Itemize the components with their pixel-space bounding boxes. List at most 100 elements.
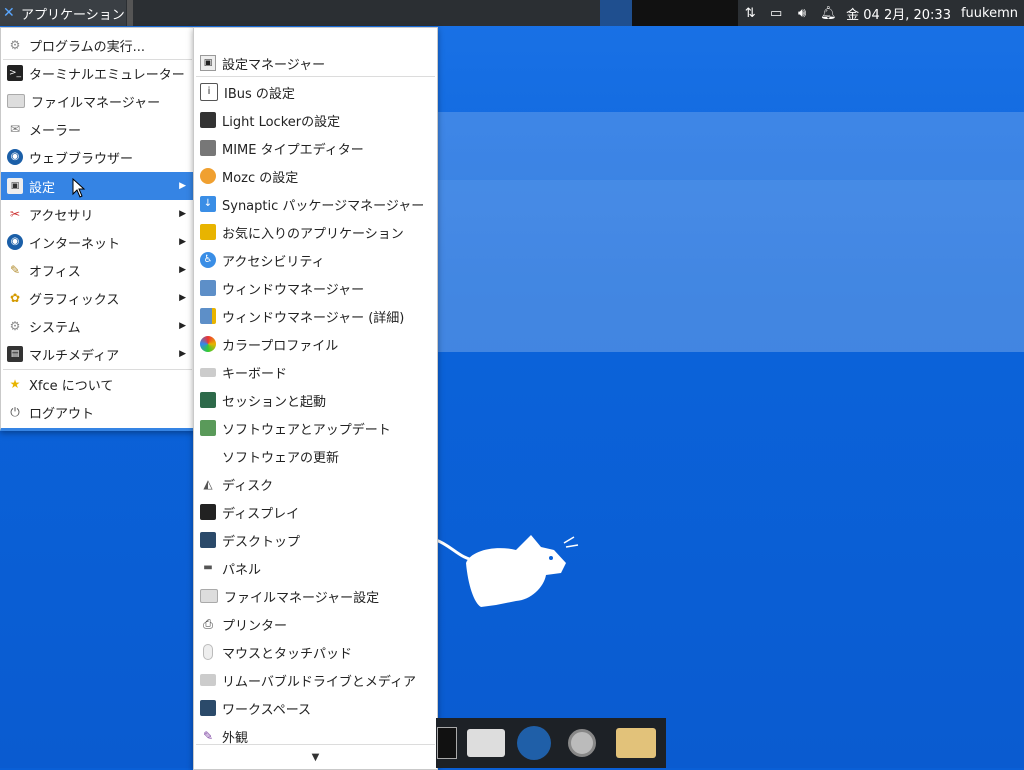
info-icon: i	[200, 83, 218, 101]
menu-item-accessibility[interactable]: ♿︎ アクセシビリティ	[194, 247, 437, 273]
xfce-icon: ✕	[3, 5, 15, 21]
dock-browser-icon[interactable]	[514, 724, 554, 762]
menu-item-synaptic[interactable]: ↓ Synaptic パッケージマネージャー	[194, 191, 437, 217]
menu-item-window-manager[interactable]: ウィンドウマネージャー	[194, 275, 437, 301]
menu-item-mouse-touchpad[interactable]: マウスとタッチパッド	[194, 639, 437, 665]
system-icon: ⚙	[9, 319, 21, 333]
menu-item-preferred-apps[interactable]: お気に入りのアプリケーション	[194, 219, 437, 245]
power-icon: ⏻	[10, 405, 20, 419]
network-arrows-icon[interactable]: ⇅	[742, 6, 758, 21]
menu-item-label: ファイルマネージャー設定	[224, 590, 380, 606]
top-panel: ✕ アプリケーション ⇅ ▭ 🔊︎ 🔔︎ 金 04 2月, 20:33 fuuk…	[0, 0, 1024, 26]
menu-item-label: アクセサリ	[29, 208, 94, 224]
menu-item-terminal[interactable]: >_ ターミナルエミュレーター	[1, 60, 194, 86]
menu-item-desktop[interactable]: デスクトップ	[194, 527, 437, 553]
menu-item-color-profiles[interactable]: カラープロファイル	[194, 331, 437, 357]
menu-item-software-updater[interactable]: ソフトウェアの更新	[194, 443, 437, 469]
menu-item-label: ソフトウェアの更新	[222, 450, 340, 466]
menu-item-accessories[interactable]: ✂ アクセサリ ▶	[1, 201, 194, 227]
menu-item-label: Light Lockerの設定	[222, 114, 341, 130]
applications-menu-button[interactable]: ✕ アプリケーション	[0, 0, 126, 26]
menu-item-mime-editor[interactable]: MIME タイプエディター	[194, 135, 437, 161]
menu-item-label: プリンター	[222, 618, 288, 634]
menu-item-light-locker[interactable]: Light Lockerの設定	[194, 107, 437, 133]
appearance-icon: ✎	[202, 729, 214, 743]
submenu-arrow-icon: ▶	[179, 237, 186, 247]
menu-item-mailer[interactable]: ✉ メーラー	[1, 116, 194, 142]
menu-item-logout[interactable]: ⏻ ログアウト	[1, 399, 194, 425]
xfce-mouse-logo	[436, 535, 579, 607]
multimedia-icon: ▤	[7, 346, 23, 362]
menu-item-window-manager-tweaks[interactable]: ウィンドウマネージャー (詳細)	[194, 303, 437, 329]
menu-item-label: ファイルマネージャー	[31, 95, 161, 111]
menu-item-settings[interactable]: ▣ 設定 ▶	[1, 172, 194, 200]
menu-item-appearance[interactable]: ✎ 外観	[194, 723, 437, 749]
menu-item-file-manager-settings[interactable]: ファイルマネージャー設定	[194, 583, 437, 609]
clock[interactable]: 金 04 2月, 20:33	[846, 4, 951, 23]
dock-terminal-icon[interactable]	[436, 724, 458, 762]
menu-item-label: ディスク	[222, 478, 274, 494]
window-manager-icon	[200, 280, 216, 296]
menu-item-label: MIME タイプエディター	[222, 142, 364, 158]
menu-item-internet[interactable]: ◉ インターネット ▶	[1, 229, 194, 255]
run-icon: ⚙	[9, 38, 21, 52]
menu-item-label: お気に入りのアプリケーション	[222, 226, 404, 242]
software-sources-icon	[200, 420, 216, 436]
workspace-switcher[interactable]	[127, 0, 133, 26]
internet-icon: ◉	[7, 234, 23, 250]
menu-item-run-program[interactable]: ⚙ プログラムの実行...	[1, 32, 194, 58]
menu-item-label: 外観	[222, 730, 249, 746]
menu-item-system[interactable]: ⚙ システム ▶	[1, 313, 194, 339]
menu-item-label: メーラー	[29, 123, 82, 139]
settings-submenu: ▣ 設定マネージャー i IBus の設定 Light Lockerの設定 MIM…	[193, 27, 438, 770]
menu-item-display[interactable]: ディスプレイ	[194, 499, 437, 525]
menu-item-label: カラープロファイル	[222, 338, 339, 354]
divider	[3, 369, 192, 370]
menu-item-software-updates[interactable]: ソフトウェアとアップデート	[194, 415, 437, 441]
menu-item-workspaces[interactable]: ワークスペース	[194, 695, 437, 721]
printer-icon: ⎙	[203, 617, 213, 631]
submenu-arrow-icon: ▶	[179, 321, 186, 331]
menu-item-office[interactable]: ✎ オフィス ▶	[1, 257, 194, 283]
menu-item-multimedia[interactable]: ▤ マルチメディア ▶	[1, 341, 194, 367]
window-manager-tweaks-icon	[200, 308, 216, 324]
menu-item-label: ウィンドウマネージャー (詳細)	[222, 310, 405, 326]
menu-item-label: ディスプレイ	[222, 506, 300, 522]
menu-item-about-xfce[interactable]: ★ Xfce について	[1, 371, 194, 397]
menu-item-session-startup[interactable]: セッションと起動	[194, 387, 437, 413]
menu-item-settings-manager[interactable]: ▣ 設定マネージャー	[194, 50, 437, 76]
submenu-arrow-icon: ▶	[179, 265, 186, 275]
menu-item-mozc[interactable]: Mozc の設定	[194, 163, 437, 189]
menu-item-label: マルチメディア	[29, 348, 120, 364]
menu-item-file-manager[interactable]: ファイルマネージャー	[1, 88, 194, 114]
menu-item-label: アクセシビリティ	[222, 254, 325, 270]
menu-item-label: システム	[29, 320, 81, 336]
dock-home-folder-icon[interactable]	[466, 724, 506, 762]
menu-item-label: プログラムの実行...	[29, 39, 146, 55]
menu-item-label: ソフトウェアとアップデート	[222, 422, 391, 438]
window-button[interactable]	[632, 0, 738, 26]
menu-item-disks[interactable]: ◭ ディスク	[194, 471, 437, 497]
menu-item-label: Synaptic パッケージマネージャー	[222, 198, 425, 214]
dock-files-icon[interactable]	[616, 724, 656, 762]
menu-item-label: ウィンドウマネージャー	[222, 282, 365, 298]
folder-icon	[7, 94, 25, 108]
user-name[interactable]: fuukemn	[961, 6, 1018, 21]
menu-item-ibus[interactable]: i IBus の設定	[194, 79, 437, 105]
menu-item-keyboard[interactable]: キーボード	[194, 359, 437, 385]
dock-search-icon[interactable]	[562, 724, 602, 762]
menu-item-removable-drives[interactable]: リムーバブルドライブとメディア	[194, 667, 437, 693]
menu-item-graphics[interactable]: ✿ グラフィックス ▶	[1, 285, 194, 311]
volume-icon[interactable]: 🔊︎	[794, 6, 810, 21]
menu-item-web-browser[interactable]: ◉ ウェブブラウザー	[1, 144, 194, 170]
printer-status-icon[interactable]: ▭	[768, 6, 784, 21]
menu-item-panel[interactable]: ▬ パネル	[194, 555, 437, 581]
folder-icon	[200, 589, 218, 603]
workspace-button[interactable]	[600, 0, 632, 26]
notification-bell-icon[interactable]: 🔔︎	[820, 6, 837, 21]
menu-item-label: ログアウト	[29, 406, 95, 422]
menu-item-printers[interactable]: ⎙ プリンター	[194, 611, 437, 637]
scroll-down-arrow-icon[interactable]: ▼	[194, 752, 437, 763]
graphics-icon: ✿	[9, 291, 21, 305]
office-icon: ✎	[9, 263, 21, 277]
